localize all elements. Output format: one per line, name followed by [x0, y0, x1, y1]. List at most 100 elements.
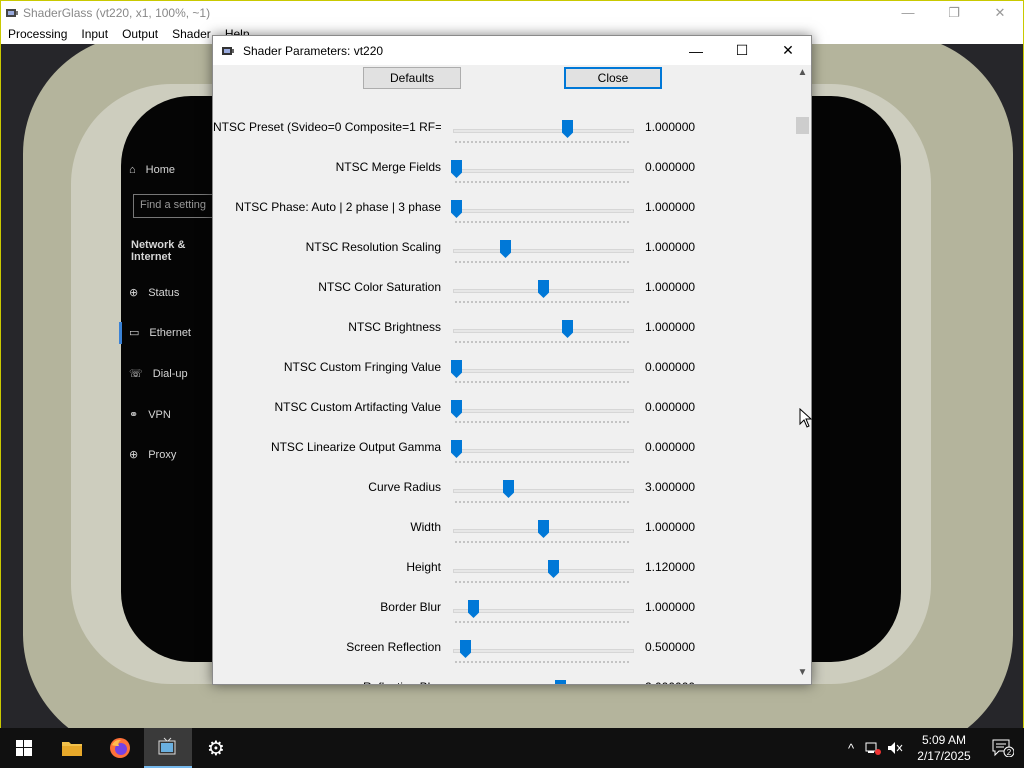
- slider-thumb[interactable]: [562, 120, 573, 138]
- main-minimize-button[interactable]: —: [885, 1, 931, 24]
- menu-shader[interactable]: Shader: [165, 27, 218, 41]
- windows-logo-icon: [16, 740, 32, 756]
- slider-thumb[interactable]: [468, 600, 479, 618]
- parameter-slider[interactable]: [451, 315, 636, 345]
- parameter-value: 1.000000: [645, 600, 696, 614]
- parameter-row: NTSC Custom Fringing Value 0.000000: [213, 351, 793, 391]
- shaderglass-taskbar-button[interactable]: [144, 728, 192, 768]
- menu-output[interactable]: Output: [115, 27, 165, 41]
- slider-thumb[interactable]: [451, 360, 462, 378]
- globe-icon: ⊕: [129, 287, 139, 299]
- parameter-slider[interactable]: [451, 515, 636, 545]
- parameter-slider[interactable]: [451, 155, 636, 185]
- firefox-icon: [110, 738, 130, 758]
- parameter-row: NTSC Merge Fields 0.000000: [213, 151, 793, 191]
- vertical-scrollbar[interactable]: ▲ ▼: [794, 65, 811, 684]
- main-close-button[interactable]: ✕: [977, 1, 1023, 24]
- parameter-slider[interactable]: [451, 275, 636, 305]
- system-tray: ^ 5:09 AM 2/17/2025 2: [840, 728, 1024, 768]
- slider-ticks: [455, 420, 629, 423]
- slider-ticks: [455, 140, 629, 143]
- network-icon[interactable]: [862, 728, 884, 768]
- parameter-value: 1.000000: [645, 200, 696, 214]
- main-maximize-button[interactable]: ❐: [931, 1, 977, 24]
- parameter-slider[interactable]: [451, 555, 636, 585]
- parameter-slider[interactable]: [451, 395, 636, 425]
- slider-track: [453, 209, 634, 213]
- settings-item-label: VPN: [148, 408, 171, 421]
- scroll-down-arrow-icon[interactable]: ▼: [794, 667, 811, 683]
- volume-muted-icon[interactable]: [884, 728, 906, 768]
- dialog-title: Shader Parameters: vt220: [243, 43, 384, 58]
- settings-selected-indicator: [119, 322, 122, 344]
- parameter-slider[interactable]: [451, 355, 636, 385]
- dialog-close-button[interactable]: ✕: [765, 36, 811, 65]
- parameter-label: NTSC Resolution Scaling: [305, 240, 441, 254]
- main-title-bar[interactable]: ShaderGlass (vt220, x1, 100%, ~1) — ❐ ✕: [1, 1, 1023, 24]
- parameter-label: Width: [410, 520, 441, 534]
- parameter-value: 1.000000: [645, 120, 696, 134]
- parameter-label: NTSC Custom Artifacting Value: [274, 400, 441, 414]
- slider-thumb[interactable]: [538, 520, 549, 538]
- settings-item-vpn: ⚭ VPN: [129, 408, 171, 422]
- parameter-value: 0.000000: [645, 400, 696, 414]
- scroll-up-arrow-icon[interactable]: ▲: [794, 67, 811, 83]
- action-center-button[interactable]: 2: [982, 728, 1024, 768]
- parameter-label: NTSC Merge Fields: [335, 160, 441, 174]
- clock[interactable]: 5:09 AM 2/17/2025: [906, 732, 982, 764]
- parameter-label: NTSC Color Saturation: [318, 280, 441, 294]
- firefox-button[interactable]: [96, 728, 144, 768]
- settings-find-box: Find a setting: [133, 194, 223, 218]
- parameter-value: 1.000000: [645, 280, 696, 294]
- parameter-slider[interactable]: [451, 635, 636, 665]
- settings-item-dialup: ☏ Dial-up: [129, 367, 188, 381]
- parameter-slider[interactable]: [451, 195, 636, 225]
- slider-thumb[interactable]: [460, 640, 471, 658]
- slider-thumb[interactable]: [451, 440, 462, 458]
- parameter-row: NTSC Preset (Svideo=0 Composite=1 RF=2 1.…: [213, 111, 793, 151]
- slider-ticks: [455, 460, 629, 463]
- parameter-row: NTSC Phase: Auto | 2 phase | 3 phase 1.00…: [213, 191, 793, 231]
- scrollbar-thumb[interactable]: [796, 117, 809, 134]
- parameter-row: NTSC Linearize Output Gamma 0.000000: [213, 431, 793, 471]
- slider-thumb[interactable]: [562, 320, 573, 338]
- slider-thumb[interactable]: [451, 400, 462, 418]
- parameter-slider[interactable]: [451, 235, 636, 265]
- slider-thumb[interactable]: [548, 560, 559, 578]
- dialog-title-bar[interactable]: Shader Parameters: vt220 — ☐ ✕: [213, 36, 811, 65]
- parameter-list: NTSC Preset (Svideo=0 Composite=1 RF=2 1.…: [213, 111, 793, 684]
- slider-ticks: [455, 220, 629, 223]
- shaderglass-tv-icon: [158, 737, 176, 755]
- slider-thumb[interactable]: [500, 240, 511, 258]
- parameter-value: 1.000000: [645, 520, 696, 534]
- menu-input[interactable]: Input: [74, 27, 115, 41]
- slider-thumb[interactable]: [555, 680, 566, 684]
- dialog-minimize-button[interactable]: —: [673, 36, 719, 65]
- defaults-button[interactable]: Defaults: [363, 67, 461, 89]
- settings-item-proxy: ⊕ Proxy: [129, 448, 176, 462]
- slider-thumb[interactable]: [451, 160, 462, 178]
- file-explorer-button[interactable]: [48, 728, 96, 768]
- settings-home: ⌂ Home: [129, 164, 175, 176]
- slider-thumb[interactable]: [451, 200, 462, 218]
- dialog-maximize-button[interactable]: ☐: [719, 36, 765, 65]
- parameter-slider[interactable]: [451, 475, 636, 505]
- parameter-row: Curve Radius 3.000000: [213, 471, 793, 511]
- settings-taskbar-button[interactable]: ⚙: [192, 728, 240, 768]
- start-button[interactable]: [0, 728, 48, 768]
- parameter-slider[interactable]: [451, 595, 636, 625]
- parameter-slider[interactable]: [451, 115, 636, 145]
- menu-processing[interactable]: Processing: [1, 27, 74, 41]
- parameter-row: NTSC Resolution Scaling 1.000000: [213, 231, 793, 271]
- parameter-slider[interactable]: [451, 675, 636, 684]
- close-button[interactable]: Close: [564, 67, 662, 89]
- main-window-title: ShaderGlass (vt220, x1, 100%, ~1): [23, 5, 211, 20]
- parameter-label: NTSC Custom Fringing Value: [283, 360, 441, 374]
- slider-thumb[interactable]: [503, 480, 514, 498]
- slider-thumb[interactable]: [538, 280, 549, 298]
- slider-track: [453, 609, 634, 613]
- parameter-row: Reflection Blur 2.000000: [213, 671, 793, 684]
- parameter-slider[interactable]: [451, 435, 636, 465]
- parameter-row: Height 1.120000: [213, 551, 793, 591]
- show-hidden-icons-chevron-icon[interactable]: ^: [840, 728, 862, 768]
